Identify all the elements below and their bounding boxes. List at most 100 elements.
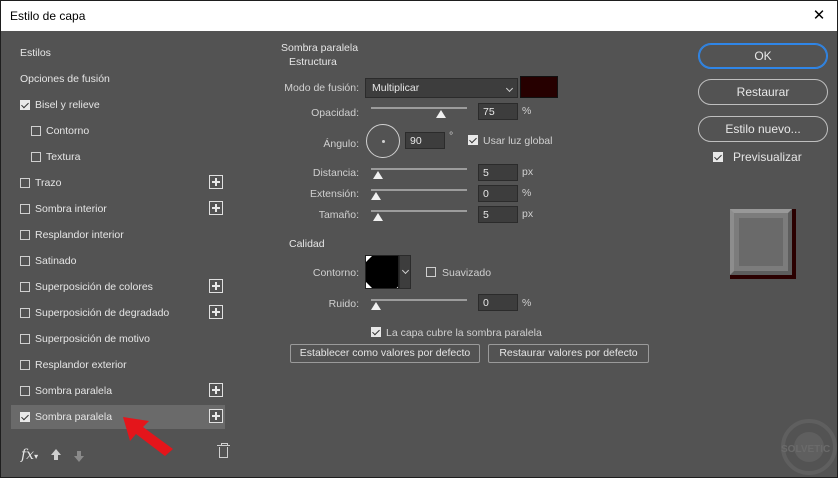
style-item-contorno[interactable]: Contorno: [11, 119, 225, 143]
quality-title: Calidad: [289, 238, 325, 250]
style-item-label: Estilos: [20, 47, 51, 59]
add-effect-plus-icon[interactable]: [209, 383, 223, 397]
add-effect-plus-icon[interactable]: [209, 305, 223, 319]
move-down-icon: [74, 451, 84, 462]
style-item-superposicion-de-degradado[interactable]: Superposición de degradado: [11, 301, 225, 325]
add-effect-plus-icon[interactable]: [209, 409, 223, 423]
size-unit: px: [522, 208, 534, 220]
blend-mode-select[interactable]: Multiplicar: [365, 78, 518, 98]
style-item-label: Opciones de fusión: [20, 73, 110, 85]
style-checkbox[interactable]: [20, 204, 30, 214]
reset-button[interactable]: Restaurar: [698, 79, 828, 105]
style-item-estilos[interactable]: Estilos: [11, 41, 225, 65]
style-preview-thumbnail: [730, 209, 796, 279]
make-default-button[interactable]: Establecer como valores por defecto: [290, 344, 480, 363]
noise-input[interactable]: 0: [478, 294, 518, 311]
blend-mode-value: Multiplicar: [372, 82, 420, 94]
shadow-color-swatch[interactable]: [520, 76, 558, 98]
style-item-resplandor-exterior[interactable]: Resplandor exterior: [11, 353, 225, 377]
spread-slider[interactable]: [371, 187, 467, 200]
style-item-label: Satinado: [35, 255, 77, 267]
opacity-slider-track: [371, 107, 467, 109]
preview-swatch: [730, 209, 792, 275]
distance-slider[interactable]: [371, 166, 467, 179]
knockout-label: La capa cubre la sombra paralela: [386, 327, 542, 339]
global-light-checkbox[interactable]: [468, 135, 478, 145]
style-item-sombra-interior[interactable]: Sombra interior: [11, 197, 225, 221]
style-item-superposicion-de-colores[interactable]: Superposición de colores: [11, 275, 225, 299]
section-title: Sombra paralela: [281, 42, 359, 54]
opacity-label: Opacidad:: [311, 107, 359, 119]
spread-input[interactable]: 0: [478, 185, 518, 202]
global-light-label: Usar luz global: [483, 135, 553, 147]
size-slider-track: [371, 210, 467, 212]
style-item-label: Trazo: [35, 177, 62, 189]
antialias-checkbox[interactable]: [426, 267, 436, 277]
contour-curve-thumbnail[interactable]: [365, 255, 399, 289]
fx-menu-icon[interactable]: fx▾: [21, 447, 38, 463]
style-item-label: Superposición de colores: [35, 281, 153, 293]
spread-slider-thumb[interactable]: [371, 192, 381, 200]
style-checkbox[interactable]: [31, 152, 41, 162]
distance-slider-thumb[interactable]: [372, 171, 383, 179]
reset-default-button[interactable]: Restaurar valores por defecto: [488, 344, 649, 363]
style-item-sombra-paralela-selected[interactable]: Sombra paralela: [11, 405, 225, 429]
style-item-opciones-de-fusion[interactable]: Opciones de fusión: [11, 67, 225, 91]
style-checkbox[interactable]: [20, 230, 30, 240]
style-item-label: Sombra paralela: [35, 411, 113, 423]
chevron-down-icon: [505, 84, 514, 93]
antialias-label: Suavizado: [442, 267, 492, 279]
style-checkbox[interactable]: [20, 256, 30, 266]
opacity-slider[interactable]: [371, 105, 467, 118]
style-item-label: Superposición de motivo: [35, 333, 150, 345]
solvetic-watermark-logo: SOLVETIC: [769, 419, 837, 478]
style-checkbox[interactable]: [31, 126, 41, 136]
style-checkbox[interactable]: [20, 386, 30, 396]
window-title: Estilo de capa: [10, 9, 86, 23]
style-item-sombra-paralela[interactable]: Sombra paralela: [11, 379, 225, 403]
style-item-trazo[interactable]: Trazo: [11, 171, 225, 195]
style-item-resplandor-interior[interactable]: Resplandor interior: [11, 223, 225, 247]
angle-dial[interactable]: [366, 124, 400, 158]
noise-slider-thumb[interactable]: [371, 302, 381, 310]
style-item-bisel-y-relieve[interactable]: Bisel y relieve: [11, 93, 225, 117]
style-checkbox[interactable]: [20, 282, 30, 292]
styles-list: Estilos Opciones de fusión Bisel y relieve…: [11, 41, 225, 441]
angle-label: Ángulo:: [323, 138, 359, 150]
opacity-input[interactable]: 75: [478, 103, 518, 120]
distance-unit: px: [522, 166, 534, 178]
noise-slider[interactable]: [371, 297, 467, 310]
size-slider-thumb[interactable]: [372, 213, 383, 221]
solvetic-logo-icon: SOLVETIC: [781, 419, 837, 475]
style-checkbox[interactable]: [20, 412, 30, 422]
opacity-slider-thumb[interactable]: [435, 110, 446, 118]
size-input[interactable]: 5: [478, 206, 518, 223]
style-item-label: Resplandor interior: [35, 229, 124, 241]
style-item-superposicion-de-motivo[interactable]: Superposición de motivo: [11, 327, 225, 351]
add-effect-plus-icon[interactable]: [209, 279, 223, 293]
add-effect-plus-icon[interactable]: [209, 201, 223, 215]
style-checkbox[interactable]: [20, 100, 30, 110]
add-effect-plus-icon[interactable]: [209, 175, 223, 189]
style-checkbox[interactable]: [20, 334, 30, 344]
angle-input[interactable]: 90: [405, 132, 445, 149]
trash-icon[interactable]: [217, 443, 230, 458]
size-slider[interactable]: [371, 208, 467, 221]
move-up-icon[interactable]: [51, 449, 61, 460]
spread-label: Extensión:: [309, 188, 359, 200]
style-checkbox[interactable]: [20, 360, 30, 370]
ok-button[interactable]: OK: [698, 43, 828, 69]
style-item-satinado[interactable]: Satinado: [11, 249, 225, 273]
style-checkbox[interactable]: [20, 178, 30, 188]
new-style-button[interactable]: Estilo nuevo...: [698, 116, 828, 142]
close-icon[interactable]: ✕: [801, 1, 837, 31]
layer-style-dialog: Estilo de capa ✕ Estilos Opciones de fusi…: [0, 0, 838, 478]
knockout-checkbox[interactable]: [371, 327, 381, 337]
contour-dropdown-button[interactable]: [399, 255, 411, 289]
size-label: Tamaño:: [318, 209, 359, 221]
style-item-textura[interactable]: Textura: [11, 145, 225, 169]
style-checkbox[interactable]: [20, 308, 30, 318]
preview-checkbox[interactable]: [713, 152, 723, 162]
distance-input[interactable]: 5: [478, 164, 518, 181]
blend-mode-label: Modo de fusión:: [284, 82, 359, 94]
